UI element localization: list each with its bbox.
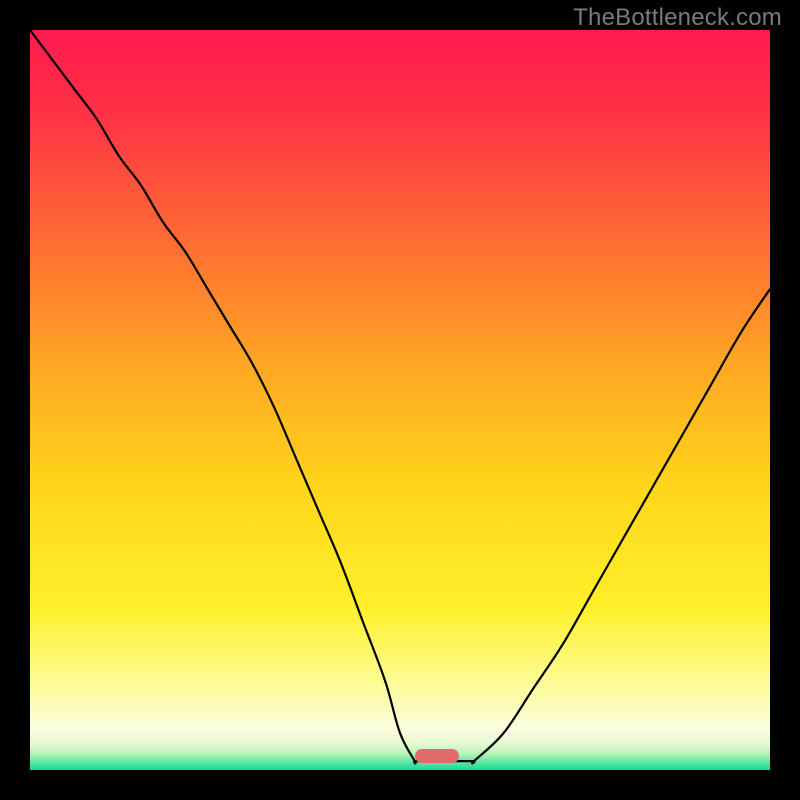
optimal-marker	[415, 749, 459, 763]
bottleneck-curve	[30, 30, 770, 770]
watermark-text: TheBottleneck.com	[573, 4, 782, 32]
chart-container: TheBottleneck.com	[0, 0, 800, 800]
plot-area	[30, 30, 770, 770]
